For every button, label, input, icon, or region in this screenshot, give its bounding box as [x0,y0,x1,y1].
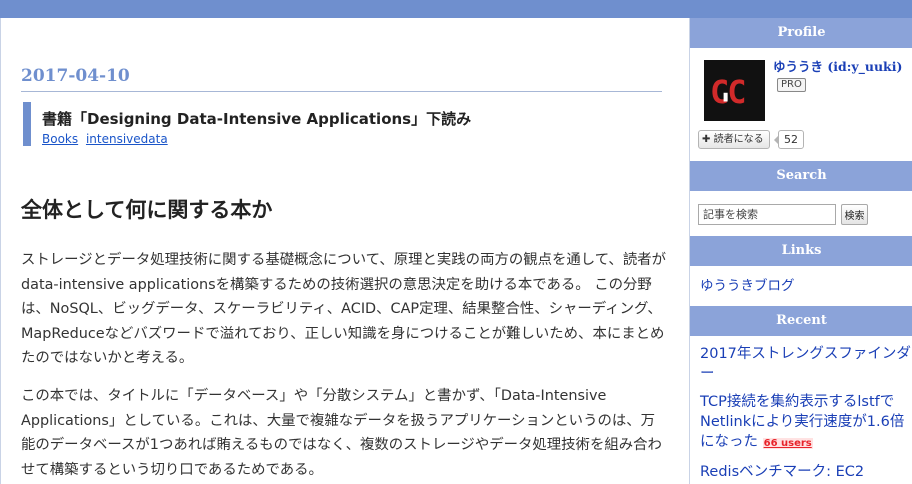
links-module-heading: Links [690,236,912,266]
category-link-books[interactable]: Books [42,132,78,146]
paragraph-2: この本では、タイトルに「データベース」や「分散システム」と書かず、「Data-I… [21,388,662,478]
profile-module-heading: Profile [690,18,912,48]
recent-item-title: Redisベンチマーク: EC2 [700,464,865,480]
paragraph-1: ストレージとデータ処理技術に関する基礎概念について、原理と実践の両方の観点を通し… [21,252,666,366]
pro-badge: PRO [777,78,806,92]
search-module-heading: Search [690,161,912,191]
follower-count[interactable]: 52 [774,130,804,149]
follow-button[interactable]: ✚ 読者になる [698,130,770,149]
recent-module-heading: Recent [690,306,912,336]
link-blog[interactable]: ゆううきブログ [700,274,795,294]
search-button[interactable]: 検索 [841,204,868,225]
recent-item[interactable]: Redisベンチマーク: EC2 [700,462,912,482]
entry-header: 書籍「Designing Data-Intensive Applications… [23,102,659,168]
recent-list: 2017年ストレングスファインダー TCP接続を集約表示するlstfでNetli… [700,344,912,484]
main-content: 2017-04-10 書籍「Designing Data-Intensive A… [0,18,689,484]
recent-item-title: 2017年ストレングスファインダー [700,346,911,382]
recent-item[interactable]: TCP接続を集約表示するlstfでNetlinkにより実行速度が1.6倍になった… [700,392,912,454]
sidebar: Profile C ' C ゆううき (id:y_uuki) PRO ✚ 読者になる… [689,18,912,484]
recent-item[interactable]: 2017年ストレングスファインダー [700,344,912,384]
entry-accent-bar [23,102,31,146]
section-heading: 全体として何に関する本か [21,198,273,222]
entry-title[interactable]: 書籍「Designing Data-Intensive Applications… [42,108,471,129]
bookmark-users-badge[interactable]: 66 users [762,438,813,449]
profile-name-link[interactable]: ゆううき (id:y_uuki) [773,56,902,75]
avatar[interactable]: C ' C [704,60,765,124]
top-bar [0,0,912,18]
search-input[interactable] [698,204,836,225]
follow-button-label: 読者になる [713,134,764,145]
avatar-text: C ' C [710,73,747,124]
entry-date-link[interactable]: 2017-04-10 [21,66,130,86]
category-link-intensivedata[interactable]: intensivedata [86,132,168,146]
plus-icon: ✚ [702,134,711,145]
entry-categories: Books intensivedata [42,132,172,146]
date-divider [21,91,662,92]
